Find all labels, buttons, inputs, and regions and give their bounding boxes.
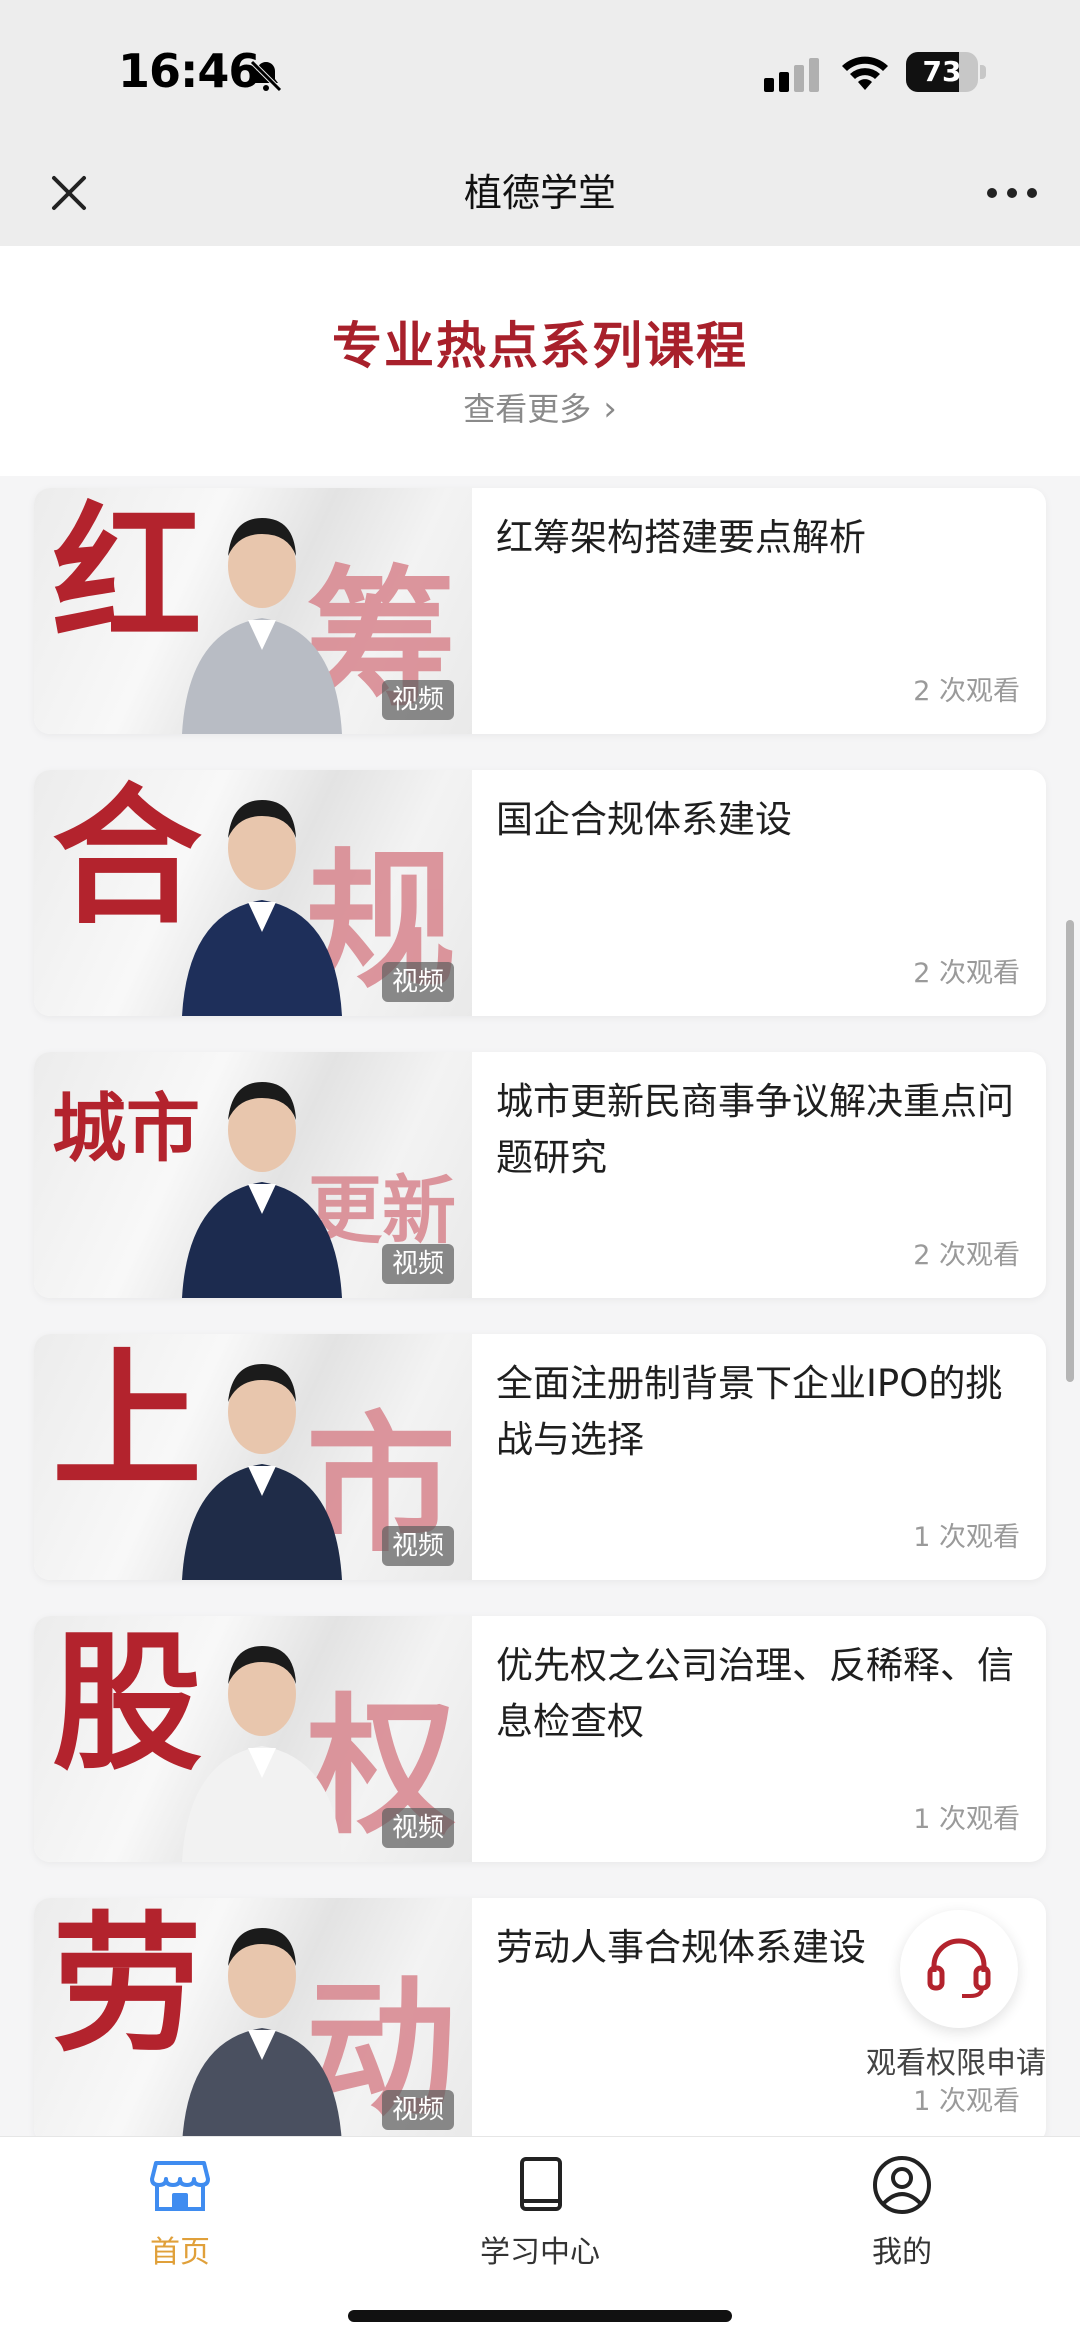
course-card[interactable]: 劳动视频 劳动人事合规体系建设 1 次观看 [34,1898,1046,2144]
section-header: 专业热点系列课程 查看更多 › [0,246,1080,476]
course-card[interactable]: 城市 更新 视频 城市更新民商事争议解决重点问题研究 2 次观看 [34,1052,1046,1298]
speaker-portrait-icon [182,1082,342,1298]
video-tag: 视频 [381,1808,454,1848]
view-count: 2 次观看 [913,676,1020,707]
book-icon [520,2157,562,2211]
main-content: 专业热点系列课程 查看更多 › 红筹视频 红筹架构搭建要点解析 2 次观看合规视频 国企… [0,246,1080,2144]
course-thumbnail: 合规视频 [34,770,472,1016]
see-more-link[interactable]: 查看更多 › [0,384,1080,430]
mini-program-nav-bar: 植德学堂 [0,140,1080,246]
course-title: 国企合规体系建设 [496,798,792,841]
course-title: 红筹架构搭建要点解析 [496,516,866,559]
scrollbar[interactable] [1066,920,1074,1382]
chevron-right-icon: › [603,389,617,429]
course-thumbnail: 红筹视频 [34,488,472,734]
video-tag: 视频 [381,680,454,720]
battery-indicator: 73 [906,52,986,92]
course-title: 优先权之公司治理、反稀释、信息检查权 [496,1644,1014,1743]
tab-home[interactable]: 首页 [80,2153,280,2273]
speaker-portrait-icon [182,518,342,734]
home-indicator [348,2310,732,2322]
video-tag: 视频 [381,2090,454,2130]
permission-request-label: 观看权限申请 [866,2046,1046,2081]
cellular-signal-icon [764,58,819,92]
course-title: 全面注册制背景下企业IPO的挑战与选择 [496,1362,1003,1461]
view-count: 1 次观看 [913,1804,1020,1835]
battery-level: 73 [922,55,962,88]
status-time: 16:46 [118,44,260,98]
speaker-portrait-icon [182,1928,342,2144]
speaker-portrait-icon [182,1646,342,1862]
tab-learning-center[interactable]: 学习中心 [440,2153,640,2273]
view-count: 2 次观看 [913,958,1020,989]
tab-home-label: 首页 [150,2235,210,2270]
course-thumbnail: 劳动视频 [34,1898,472,2144]
wifi-icon [842,56,888,90]
tab-profile-label: 我的 [872,2235,932,2270]
course-thumbnail: 上市视频 [34,1334,472,1580]
permission-request-button[interactable] [900,1910,1018,2028]
course-card[interactable]: 上市视频 全面注册制背景下企业IPO的挑战与选择 1 次观看 [34,1334,1046,1580]
muted-bell-icon [250,60,282,92]
speaker-portrait-icon [182,1364,342,1580]
see-more-label: 查看更多 [463,390,592,428]
status-bar: 16:46 73 [0,0,1080,140]
view-count: 2 次观看 [913,1240,1020,1271]
tab-profile[interactable]: 我的 [802,2153,1002,2273]
headset-icon [927,1938,991,1998]
section-title: 专业热点系列课程 [332,317,748,375]
more-options-icon[interactable] [980,170,1044,216]
video-tag: 视频 [381,962,454,1002]
page-title: 植德学堂 [463,171,616,215]
video-tag: 视频 [381,1526,454,1566]
course-thumbnail: 城市 更新 视频 [34,1052,472,1298]
course-title: 城市更新民商事争议解决重点问题研究 [496,1080,1014,1179]
view-count: 1 次观看 [913,1522,1020,1553]
course-card[interactable]: 合规视频 国企合规体系建设 2 次观看 [34,770,1046,1016]
profile-icon [873,2156,931,2214]
course-card[interactable]: 股权视频 优先权之公司治理、反稀释、信息检查权 1 次观看 [34,1616,1046,1862]
home-store-icon [150,2161,210,2211]
course-thumbnail: 股权视频 [34,1616,472,1862]
video-tag: 视频 [381,1244,454,1284]
view-count: 1 次观看 [913,2086,1020,2117]
tab-learning-center-label: 学习中心 [480,2235,600,2270]
course-card[interactable]: 红筹视频 红筹架构搭建要点解析 2 次观看 [34,488,1046,734]
speaker-portrait-icon [182,800,342,1016]
